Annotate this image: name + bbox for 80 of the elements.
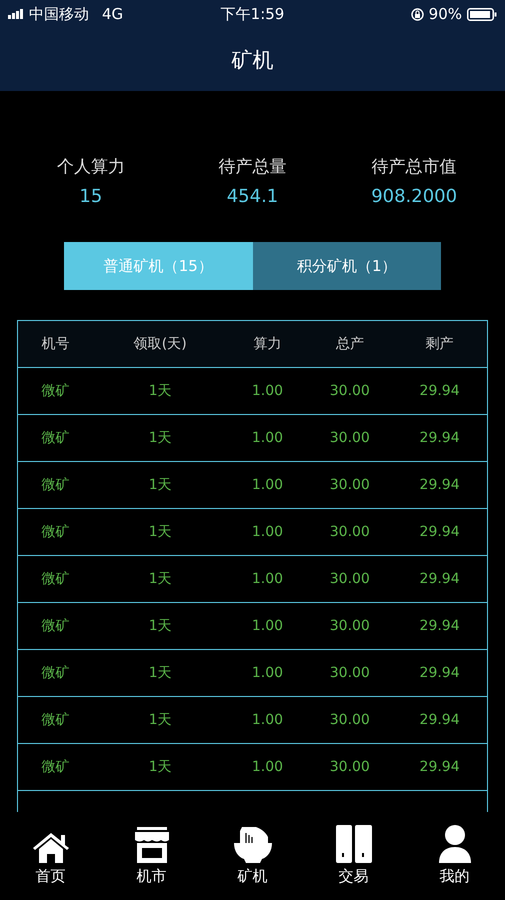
table-cell-text: 1天 [148, 758, 173, 776]
table-cell-text: 29.94 [418, 524, 461, 540]
nav-tab[interactable]: 矿机 [212, 827, 292, 886]
table-cell-text: 30.00 [328, 524, 371, 540]
table-cell-text: 微矿 [40, 617, 70, 635]
house-icon [32, 831, 70, 863]
shop-icon [132, 827, 170, 863]
table-cell-text: 1天 [148, 429, 173, 447]
battery-icon [467, 8, 497, 20]
column-header: 总产 [334, 335, 365, 353]
user-icon [438, 825, 470, 863]
clock-time: 下午1:59 [220, 4, 284, 24]
table-cell-text: 29.94 [418, 430, 461, 446]
network-type: 4G [102, 5, 124, 23]
nav-tab[interactable]: 首页 [10, 831, 90, 886]
rotation-lock-icon [410, 8, 424, 20]
signal-icon [8, 9, 24, 19]
table-cell-text: 30.00 [328, 383, 371, 399]
column-header: 剩产 [424, 335, 455, 353]
table-cell-text: 微矿 [40, 758, 70, 776]
carrier-name: 中国移动 [29, 4, 89, 24]
table-cell-text: 29.94 [418, 712, 461, 728]
double-door-icon [336, 825, 372, 863]
stat-value: 908.2000 [371, 186, 458, 207]
table-cell-text: 1.00 [250, 712, 284, 728]
table-cell-text: 30.00 [328, 759, 371, 775]
table-cell-text: 1天 [148, 617, 173, 635]
table-cell-text: 1天 [148, 664, 173, 682]
table-cell-text: 1.00 [250, 430, 284, 446]
table-cell-text: 1.00 [250, 759, 284, 775]
table-cell-text: 1.00 [250, 383, 284, 399]
table-cell-text: 1.00 [250, 571, 284, 587]
table-cell-text: 30.00 [328, 430, 371, 446]
nav-tab[interactable]: 交易 [314, 825, 394, 886]
stat-value: 15 [79, 186, 102, 207]
table-cell-text: 1天 [148, 523, 173, 541]
table-cell-text: 1天 [148, 711, 173, 729]
table-cell-text: 29.94 [418, 383, 461, 399]
nav-label: 我的 [440, 867, 470, 886]
table-cell-text: 29.94 [418, 665, 461, 681]
table-cell-text: 微矿 [40, 429, 70, 447]
table-cell-text: 30.00 [328, 665, 371, 681]
table-cell-text: 30.00 [328, 571, 371, 587]
table-cell-text: 29.94 [418, 477, 461, 493]
table-cell-text: 29.94 [418, 571, 461, 587]
table-cell-text: 微矿 [40, 570, 70, 588]
table-cell-text: 1.00 [250, 477, 284, 493]
nav-label: 首页 [36, 867, 66, 886]
column-header: 机号 [40, 335, 70, 353]
column-header: 算力 [252, 335, 282, 353]
nav-tab[interactable]: 我的 [414, 825, 494, 886]
nav-label: 矿机 [238, 867, 268, 886]
miner-icon [234, 827, 272, 863]
tab[interactable]: 积分矿机（1） [252, 242, 441, 290]
table-cell-text: 1天 [148, 382, 173, 400]
battery-percent: 90% [428, 5, 462, 23]
table-cell-text: 微矿 [40, 382, 70, 400]
table-cell-text: 30.00 [328, 618, 371, 634]
table-cell-text: 微矿 [40, 711, 70, 729]
table-cell-text: 30.00 [328, 477, 371, 493]
nav-tab[interactable]: 机市 [112, 827, 192, 886]
nav-label: 机市 [136, 867, 166, 886]
table-cell-text: 30.00 [328, 712, 371, 728]
table-cell-text: 29.94 [418, 759, 461, 775]
table-cell-text: 微矿 [40, 664, 70, 682]
page-title: 矿机 [232, 46, 274, 74]
column-header: 领取(天) [132, 335, 188, 353]
stat-label: 待产总量 [218, 156, 286, 178]
table-cell-text: 1天 [148, 570, 173, 588]
table-cell-text: 1.00 [250, 665, 284, 681]
table-cell-text: 1.00 [250, 618, 284, 634]
table-cell-text: 微矿 [40, 476, 70, 494]
nav-label: 交易 [338, 867, 368, 886]
stat-label: 待产总市值 [372, 156, 457, 178]
table-cell-text: 1.00 [250, 524, 284, 540]
stat-label: 个人算力 [56, 156, 125, 178]
stat-value: 454.1 [226, 186, 278, 207]
table-cell-text: 29.94 [418, 618, 461, 634]
table-cell-text: 微矿 [40, 523, 70, 541]
table-cell-text: 1天 [148, 476, 173, 494]
